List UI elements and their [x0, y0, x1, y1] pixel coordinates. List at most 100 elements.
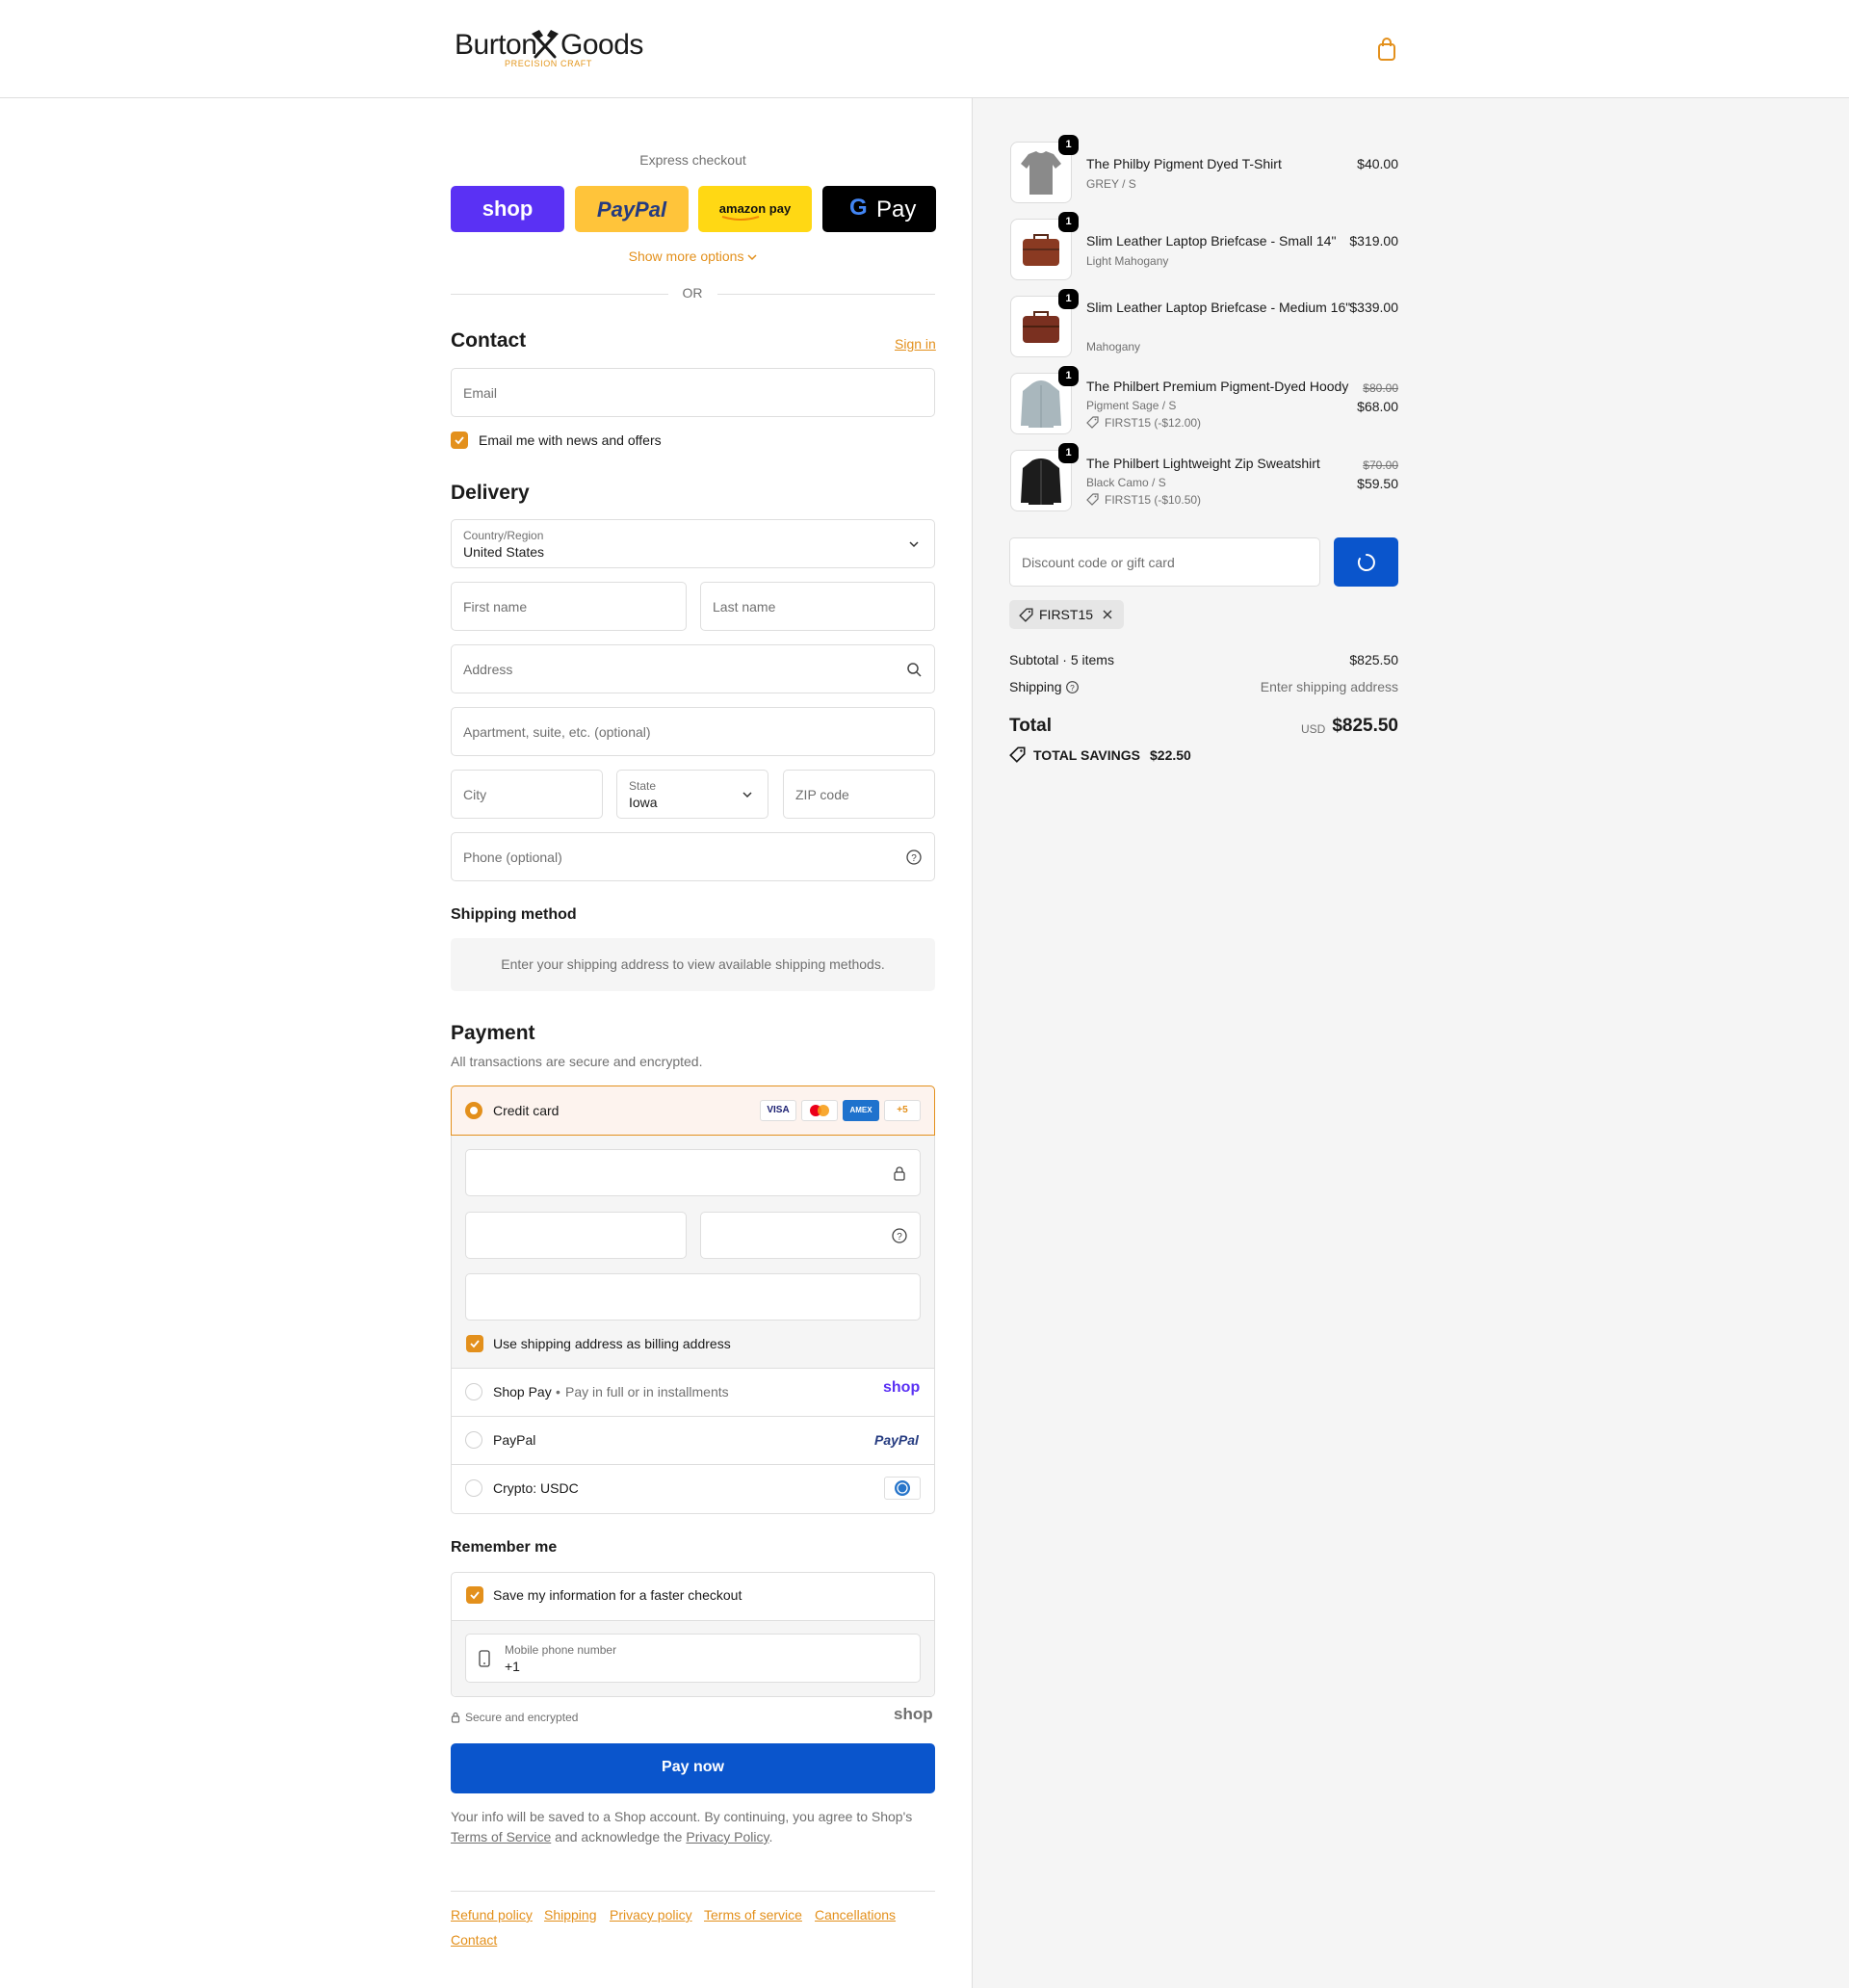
card-expiry-field[interactable]: [465, 1212, 687, 1259]
phone-field[interactable]: Phone (optional) ?: [451, 832, 935, 881]
paypal-express-button[interactable]: PayPal: [575, 186, 689, 232]
brand-tagline: PRECISION CRAFT: [505, 59, 593, 68]
payment-heading: Payment: [451, 1022, 535, 1044]
crypto-label: Crypto: USDC: [493, 1480, 579, 1496]
express-checkout-title: Express checkout: [639, 152, 746, 168]
divider: [452, 1464, 934, 1465]
amex-icon: AMEX: [843, 1100, 879, 1121]
terms-of-service-link[interactable]: Terms of Service: [451, 1829, 551, 1844]
mobile-phone-field[interactable]: Mobile phone number +1: [465, 1634, 921, 1683]
paypal-radio[interactable]: [465, 1431, 482, 1449]
item-discount: FIRST15 (-$10.50): [1105, 493, 1202, 507]
billing-address-label: Use shipping address as billing address: [493, 1336, 731, 1351]
apply-discount-button[interactable]: [1334, 537, 1398, 587]
show-more-options-link[interactable]: Show more options: [451, 248, 935, 264]
svg-text:?: ?: [1070, 683, 1075, 693]
quantity-badge: 1: [1058, 289, 1079, 309]
checkmark-icon: [470, 1591, 480, 1600]
lock-icon: [894, 1165, 905, 1181]
secure-encrypted-text: Secure and encrypted: [465, 1711, 579, 1724]
mastercard-icon: [801, 1100, 838, 1121]
shopping-bag-icon[interactable]: [1375, 37, 1398, 62]
pay-now-button[interactable]: Pay now: [451, 1743, 935, 1793]
item-name: Slim Leather Laptop Briefcase - Medium 1…: [1086, 300, 1351, 315]
contact-heading: Contact: [451, 329, 527, 352]
shipping-value: Enter shipping address: [1260, 679, 1398, 694]
lock-icon: [451, 1712, 460, 1723]
state-select[interactable]: State Iowa: [616, 770, 768, 819]
or-divider-text: OR: [682, 285, 703, 301]
newsletter-label: Email me with news and offers: [479, 432, 662, 448]
header: Burton Goods PRECISION CRAFT: [0, 0, 1849, 98]
item-variant: Black Camo / S: [1086, 476, 1166, 489]
card-cvv-field[interactable]: ?: [700, 1212, 921, 1259]
item-discount: FIRST15 (-$12.00): [1105, 416, 1202, 430]
refund-policy-link[interactable]: Refund policy: [451, 1907, 533, 1923]
shop-pay-radio[interactable]: [465, 1383, 482, 1400]
card-number-field[interactable]: [465, 1149, 921, 1196]
divider-right: [717, 294, 935, 295]
shop-logo: shop: [894, 1705, 933, 1723]
country-select[interactable]: Country/Region United States: [451, 519, 935, 568]
discount-code-field[interactable]: Discount code or gift card: [1009, 537, 1320, 587]
sign-in-link[interactable]: Sign in: [895, 336, 936, 352]
help-circle-icon[interactable]: ?: [891, 1227, 908, 1244]
shop-pay-logo: shop: [883, 1379, 921, 1396]
svg-text:?: ?: [911, 853, 917, 864]
item-name: The Philbert Lightweight Zip Sweatshirt: [1086, 456, 1320, 471]
tag-icon: [1086, 416, 1099, 429]
contact-link[interactable]: Contact: [451, 1932, 497, 1948]
quantity-badge: 1: [1058, 135, 1079, 155]
card-name-field[interactable]: [465, 1273, 921, 1321]
total-currency: USD: [1301, 722, 1326, 736]
address-field[interactable]: Address: [451, 644, 935, 693]
newsletter-checkbox[interactable]: [451, 432, 468, 449]
checkmark-icon: [470, 1340, 480, 1348]
save-info-checkbox[interactable]: [466, 1586, 483, 1604]
privacy-policy-footer-link[interactable]: Privacy policy: [610, 1907, 692, 1923]
more-cards-badge: +5: [884, 1100, 921, 1121]
amazon-pay-express-button[interactable]: amazon pay: [698, 186, 812, 232]
shipping-link[interactable]: Shipping: [544, 1907, 597, 1923]
brand-logo[interactable]: Burton Goods PRECISION CRAFT: [453, 27, 645, 73]
email-field[interactable]: Email: [451, 368, 935, 417]
terms-of-service-footer-link[interactable]: Terms of service: [704, 1907, 802, 1923]
paypal-logo: PayPal: [874, 1432, 919, 1448]
item-price: $68.00: [1357, 399, 1398, 414]
billing-address-checkbox[interactable]: [466, 1335, 483, 1352]
save-info-label: Save my information for a faster checkou…: [493, 1587, 742, 1603]
tag-icon: [1086, 493, 1099, 506]
shipping-method-heading: Shipping method: [451, 906, 577, 923]
item-price: $40.00: [1357, 156, 1398, 171]
crypto-radio[interactable]: [465, 1479, 482, 1497]
help-circle-icon[interactable]: ?: [905, 849, 923, 866]
item-variant: Mahogany: [1086, 340, 1141, 353]
item-name: The Philby Pigment Dyed T-Shirt: [1086, 156, 1282, 171]
item-variant: Pigment Sage / S: [1086, 399, 1177, 412]
applied-discount-chip: FIRST15: [1009, 600, 1124, 629]
zip-field[interactable]: ZIP code: [783, 770, 935, 819]
cancellations-link[interactable]: Cancellations: [815, 1907, 896, 1923]
product-thumbnail-tshirt: 1: [1010, 135, 1079, 203]
total-savings-label: TOTAL SAVINGS: [1033, 747, 1140, 763]
product-thumbnail-sweatshirt: 1: [1010, 443, 1079, 511]
shop-pay-express-button[interactable]: shop: [451, 186, 564, 232]
help-circle-icon[interactable]: ?: [1065, 680, 1080, 694]
item-variant: Light Mahogany: [1086, 254, 1169, 268]
amazon-smile-icon: [721, 216, 760, 221]
privacy-policy-link[interactable]: Privacy Policy: [686, 1829, 768, 1844]
google-pay-express-button[interactable]: G Pay: [822, 186, 936, 232]
last-name-field[interactable]: Last name: [700, 582, 935, 631]
tag-icon: [1009, 746, 1026, 763]
crossed-hammers-icon: [532, 30, 559, 59]
apartment-field[interactable]: Apartment, suite, etc. (optional): [451, 707, 935, 756]
total-value: $825.50: [1332, 716, 1398, 736]
quantity-badge: 1: [1058, 443, 1079, 463]
close-icon[interactable]: [1102, 609, 1113, 620]
item-original-price: $80.00: [1363, 381, 1398, 395]
item-name: Slim Leather Laptop Briefcase - Small 14…: [1086, 233, 1337, 248]
credit-card-radio[interactable]: [465, 1102, 482, 1119]
shipping-method-notice: Enter your shipping address to view avai…: [451, 938, 935, 991]
first-name-field[interactable]: First name: [451, 582, 687, 631]
city-field[interactable]: City: [451, 770, 603, 819]
